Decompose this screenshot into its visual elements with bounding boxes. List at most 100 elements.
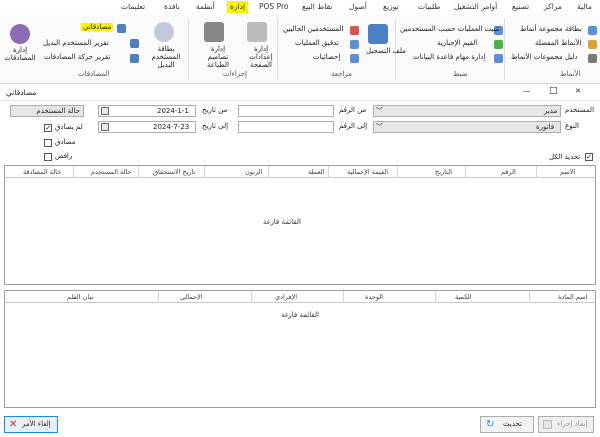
rejected-checkbox[interactable]	[44, 153, 52, 161]
replacement-card-icon	[154, 22, 174, 42]
ribbon-stats[interactable]: إحصائيات	[313, 53, 340, 61]
ribbon-sets-guide[interactable]: دليل مجموعات الأنماط	[511, 53, 577, 61]
to-number-label: إلى الرقم	[339, 122, 368, 130]
db-tasks-icon	[494, 54, 503, 63]
ribbon-current-users[interactable]: المستخدمين الحاليين	[283, 25, 344, 33]
sets-guide-icon	[588, 54, 597, 63]
audit-ops-icon	[350, 40, 359, 49]
approvals-grid-header: الاسم الرقم التاريخ القيمة الإجمالية الع…	[5, 166, 595, 178]
col-quantity[interactable]: الكمية	[455, 293, 472, 301]
col-name[interactable]: الاسم	[560, 168, 575, 176]
col-total[interactable]: القيمة الإجمالية	[347, 168, 388, 176]
ribbon-replacement-card[interactable]: بطاقة المستخدم البديل	[148, 45, 184, 69]
menu-item-help[interactable]: تعليمات	[121, 2, 145, 11]
menu-item-work-orders[interactable]: أوامر التشغيل	[454, 2, 497, 11]
type-select[interactable]: ﹀ فاتورة	[373, 121, 561, 133]
execute-action-button[interactable]: إنفاذ إجراء	[538, 416, 594, 433]
menu-item-orders[interactable]: طلبيات	[418, 2, 440, 11]
col-item-note[interactable]: بيان القلم	[67, 293, 93, 301]
menu-item-pos-pro[interactable]: POS Pro	[259, 2, 288, 11]
to-number-input[interactable]	[238, 121, 334, 133]
approved-checkbox[interactable]	[44, 139, 52, 147]
ribbon-movement-report[interactable]: تقرير حركة المصادقات	[44, 53, 110, 61]
ribbon: بطاقة مجموعة أنماط الأنماط المفضلة دليل …	[0, 14, 600, 84]
menu-item-finance[interactable]: مالية	[577, 2, 592, 11]
cancel-button[interactable]: ✕ إلغاء الأمر	[4, 416, 58, 433]
dialog-titlebar: مصادقاتي — □ ✕	[0, 85, 600, 101]
refresh-button[interactable]: ↻ تحديث	[480, 416, 534, 433]
to-date-input[interactable]: 2024-7-23	[98, 121, 196, 133]
type-label: النوع	[565, 122, 579, 130]
maximize-icon[interactable]: □	[549, 86, 558, 96]
ribbon-set-card[interactable]: بطاقة مجموعة أنماط	[520, 25, 582, 33]
calendar-icon[interactable]	[101, 107, 109, 115]
chevron-down-icon: ﹀	[376, 107, 383, 115]
menu-item-pos[interactable]: نقاط البيع	[302, 2, 332, 11]
ribbon-fix-ops[interactable]: تثبيت العمليات حسب المستخدمين	[400, 25, 500, 33]
col-unit[interactable]: الوحدة	[365, 293, 383, 301]
menu-item-distribution[interactable]: توزيع	[383, 2, 399, 11]
favorite-sets-icon	[588, 40, 597, 49]
user-label: المستخدم	[565, 106, 595, 114]
col-user-status[interactable]: حالة المستخدم	[91, 168, 131, 176]
stats-icon	[350, 54, 359, 63]
refresh-icon: ↻	[486, 419, 495, 430]
menu-item-assets[interactable]: أصول	[349, 2, 367, 11]
select-all-label: تحديد الكل	[549, 153, 581, 161]
from-date-label: من تاريخ	[202, 106, 228, 114]
not-approved-label: لم يصادق	[55, 123, 83, 131]
approved-label: مصادق	[55, 138, 76, 146]
menu-bar: مالية مراكز تصنيع أوامر التشغيل طلبيات ت…	[0, 0, 600, 14]
manage-approvals-icon	[10, 24, 30, 44]
close-icon[interactable]: ✕	[575, 87, 581, 95]
menu-item-systems[interactable]: أنظمة	[196, 2, 215, 11]
menu-item-admin[interactable]: إدارة	[227, 1, 249, 13]
menu-item-centers[interactable]: مراكز	[544, 2, 562, 11]
col-currency[interactable]: العملة	[308, 168, 324, 176]
col-due-date[interactable]: تاريخ الاستحقاق	[153, 168, 195, 176]
default-values-icon	[494, 40, 503, 49]
col-customer[interactable]: الزبون	[245, 168, 262, 176]
ribbon-print-designs[interactable]: إدارة تصاميم الطباعة	[200, 45, 236, 69]
col-unit-price[interactable]: الإفرادي	[275, 293, 297, 301]
ribbon-db-tasks[interactable]: إدارة مهام قاعدة البيانات	[413, 53, 485, 61]
current-users-icon	[350, 26, 359, 35]
items-grid-header: اسم المادة الكمية الوحدة الإفرادي الإجما…	[5, 291, 595, 303]
ribbon-default-values[interactable]: القيم الإجبارية	[437, 39, 477, 47]
minimize-icon[interactable]: —	[523, 87, 530, 95]
ribbon-replacement-report[interactable]: تقرير المستخدم البديل	[43, 39, 109, 47]
my-approvals-icon	[117, 24, 126, 33]
print-designs-icon	[204, 22, 224, 42]
user-status-label: حالة المستخدم	[10, 105, 84, 117]
col-number[interactable]: الرقم	[501, 168, 516, 176]
log-file-icon	[368, 24, 388, 44]
not-approved-checkbox[interactable]: ✓	[44, 124, 52, 132]
col-approval-status[interactable]: حالة المصادقة	[23, 168, 61, 176]
items-grid[interactable]: اسم المادة الكمية الوحدة الإفرادي الإجما…	[4, 290, 596, 408]
from-number-input[interactable]	[238, 105, 334, 117]
calendar-icon[interactable]	[101, 123, 109, 131]
grid-empty-message: القائمة فارغة	[263, 218, 301, 226]
to-date-label: إلى تاريخ	[202, 122, 229, 130]
rejected-label: رافض	[55, 152, 73, 160]
approvals-grid[interactable]: الاسم الرقم التاريخ القيمة الإجمالية الع…	[4, 165, 596, 285]
menu-item-manufacturing[interactable]: تصنيع	[512, 2, 529, 11]
ribbon-page-settings[interactable]: إدارة إعدادات الصفحة	[245, 45, 277, 69]
group-title-actions: إجراءات	[223, 70, 247, 78]
from-date-input[interactable]: 2024-1-1	[98, 105, 196, 117]
col-item-name[interactable]: اسم المادة	[558, 293, 587, 301]
ribbon-fav-sets[interactable]: الأنماط المفضلة	[535, 39, 582, 47]
ribbon-manage-approvals[interactable]: إدارة المصادقات	[4, 46, 36, 62]
ribbon-audit-ops[interactable]: تدقيق العمليات	[295, 39, 339, 47]
col-line-total[interactable]: الإجمالي	[180, 293, 203, 301]
set-card-icon	[588, 26, 597, 35]
select-all-checkbox[interactable]: ✓	[585, 153, 593, 161]
menu-item-window[interactable]: نافذة	[164, 2, 180, 11]
ribbon-log-file[interactable]: ملف التسجيل	[366, 47, 406, 55]
col-date[interactable]: التاريخ	[435, 168, 452, 176]
execute-icon	[543, 420, 552, 429]
user-select[interactable]: ﹀ مدير	[373, 105, 561, 117]
group-title-approvals: المصادقات	[78, 70, 110, 78]
ribbon-my-approvals[interactable]: مصادقاتي	[81, 23, 114, 31]
chevron-down-icon: ﹀	[376, 123, 383, 131]
